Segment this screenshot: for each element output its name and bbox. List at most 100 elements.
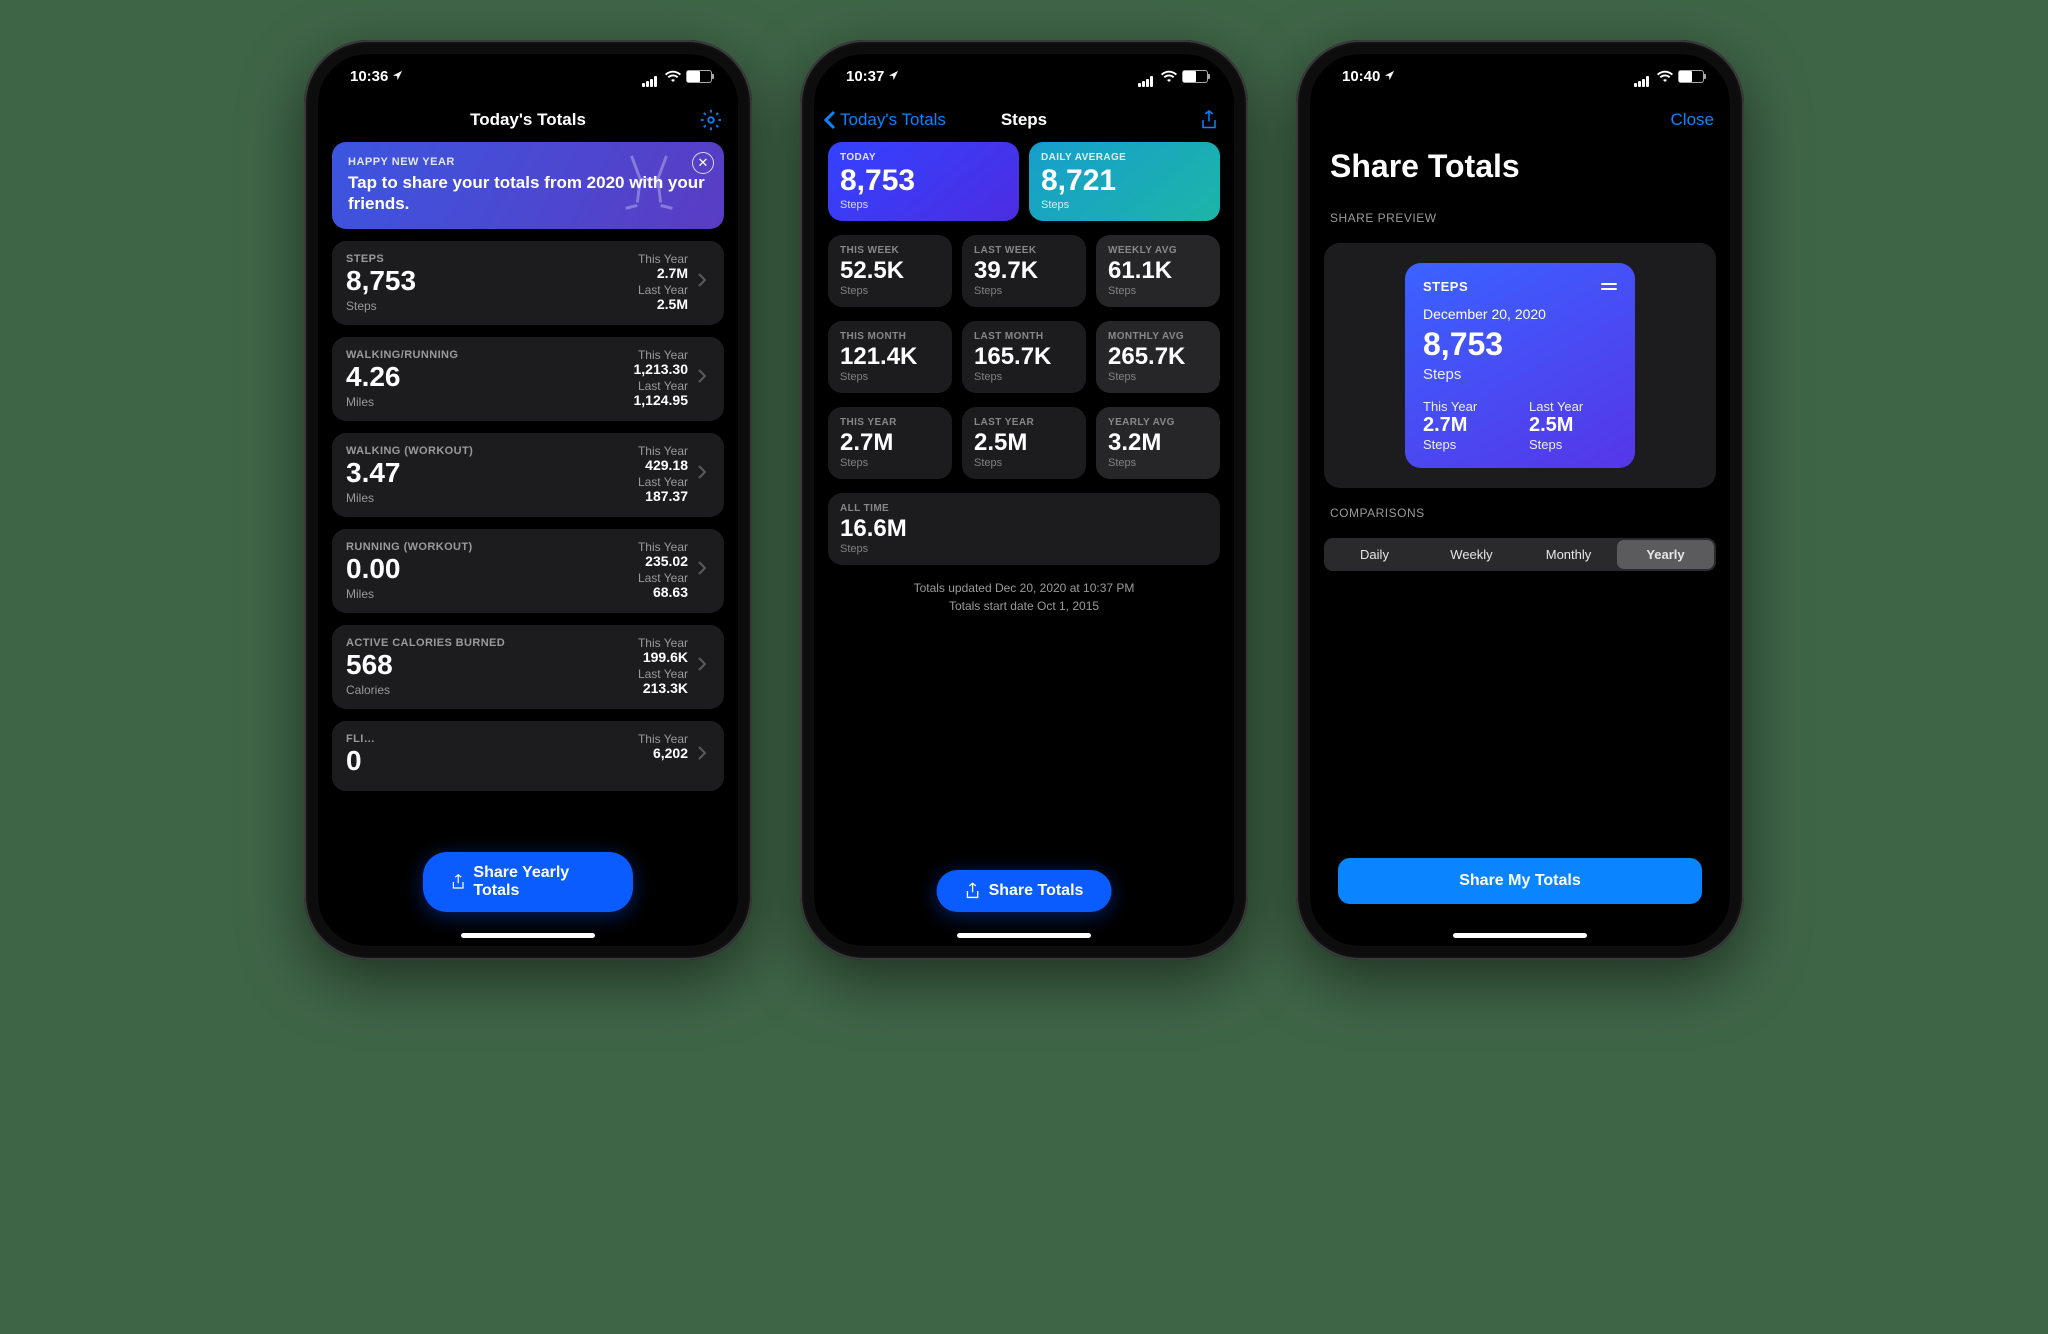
metric-last-year: Last Year2.5M — [638, 284, 688, 313]
segment-weekly[interactable]: Weekly — [1423, 540, 1520, 569]
nav-bar: Today's Totals Steps — [814, 98, 1234, 142]
status-time: 10:40 — [1342, 68, 1380, 85]
metric-title: STEPS — [346, 253, 628, 265]
daily-average-tile[interactable]: DAILY AVERAGE 8,721 Steps — [1029, 142, 1220, 221]
metric-unit: Miles — [346, 395, 624, 409]
gear-icon — [700, 109, 722, 131]
status-time: 10:37 — [846, 68, 884, 85]
segment-monthly[interactable]: Monthly — [1520, 540, 1617, 569]
status-bar: 10:37 — [814, 54, 1234, 98]
stat-tile[interactable]: THIS WEEK52.5KSteps — [828, 235, 952, 307]
nav-bar: Close — [1310, 98, 1730, 142]
nav-title: Today's Totals — [470, 110, 586, 130]
phone-3: 10:40 Close Share Totals SHARE PREVIEW S… — [1296, 40, 1744, 960]
banner-close-button[interactable]: ✕ — [692, 152, 714, 174]
metric-this-year: This Year6,202 — [638, 733, 688, 762]
metric-value: 0.00 — [346, 555, 628, 583]
section-label-preview: SHARE PREVIEW — [1324, 211, 1716, 231]
phone-1: 10:36 Today's Totals HAPPY NEW YEAR Tap … — [304, 40, 752, 960]
back-button[interactable]: Today's Totals — [824, 98, 946, 142]
nav-bar: Today's Totals — [318, 98, 738, 142]
metric-title: WALKING/RUNNING — [346, 349, 624, 361]
stat-tile[interactable]: THIS MONTH121.4KSteps — [828, 321, 952, 393]
metric-title: WALKING (WORKOUT) — [346, 445, 628, 457]
stat-row: THIS WEEK52.5KStepsLAST WEEK39.7KStepsWE… — [828, 235, 1220, 307]
share-totals-button[interactable]: Share Totals — [937, 870, 1112, 912]
metric-value: 0 — [346, 747, 628, 775]
footnote: Totals updated Dec 20, 2020 at 10:37 PM … — [828, 579, 1220, 615]
metric-last-year: Last Year213.3K — [638, 668, 688, 697]
metric-last-year: Last Year1,124.95 — [634, 380, 689, 409]
status-bar: 10:36 — [318, 54, 738, 98]
all-time-tile[interactable]: ALL TIME 16.6M Steps — [828, 493, 1220, 565]
chevron-right-icon — [698, 369, 710, 388]
home-indicator[interactable] — [957, 933, 1091, 938]
metric-value: 8,753 — [346, 267, 628, 295]
content: Share Totals SHARE PREVIEW STEPS Decembe… — [1310, 142, 1730, 946]
stat-tile[interactable]: MONTHLY AVG265.7KSteps — [1096, 321, 1220, 393]
chevron-right-icon — [698, 465, 710, 484]
metric-this-year: This Year1,213.30 — [634, 349, 689, 378]
chevron-right-icon — [698, 561, 710, 580]
cellular-icon — [1138, 70, 1156, 82]
battery-icon — [1182, 70, 1208, 83]
home-indicator[interactable] — [1453, 933, 1587, 938]
metric-card[interactable]: ACTIVE CALORIES BURNED568CaloriesThis Ye… — [332, 625, 724, 709]
share-yearly-button[interactable]: Share Yearly Totals — [423, 852, 633, 912]
metric-this-year: This Year235.02 — [638, 541, 688, 570]
metric-card[interactable]: STEPS 8,753 Steps This Year2.7MLast Year2.5… — [332, 241, 724, 325]
metric-unit: Miles — [346, 587, 628, 601]
share-icon — [451, 873, 465, 891]
metric-card[interactable]: FLI… 0 This Year6,202 — [332, 721, 724, 791]
metric-unit: Calories — [346, 683, 628, 697]
metric-last-year: Last Year68.63 — [638, 572, 688, 601]
segment-daily[interactable]: Daily — [1326, 540, 1423, 569]
phone-2: 10:37 Today's Totals Steps TODAY 8,753 S… — [800, 40, 1248, 960]
metric-unit: Steps — [346, 299, 628, 313]
stat-tile[interactable]: YEARLY AVG3.2MSteps — [1096, 407, 1220, 479]
metric-title: ACTIVE CALORIES BURNED — [346, 637, 628, 649]
stat-tile[interactable]: WEEKLY AVG61.1KSteps — [1096, 235, 1220, 307]
close-button[interactable]: Close — [1671, 98, 1714, 142]
section-label-comparisons: COMPARISONS — [1324, 506, 1716, 526]
content: TODAY 8,753 Steps DAILY AVERAGE 8,721 St… — [814, 142, 1234, 946]
share-icon — [1200, 109, 1218, 131]
wifi-icon — [665, 70, 681, 82]
share-card-value: 8,753 — [1423, 328, 1617, 360]
wifi-icon — [1657, 70, 1673, 82]
share-icon — [965, 882, 981, 900]
stat-tile[interactable]: THIS YEAR2.7MSteps — [828, 407, 952, 479]
metric-title: FLI… — [346, 733, 628, 745]
segment-yearly[interactable]: Yearly — [1617, 540, 1714, 569]
chevron-right-icon — [698, 746, 710, 765]
battery-icon — [686, 70, 712, 83]
metric-this-year: This Year2.7M — [638, 253, 688, 282]
stat-row: THIS MONTH121.4KStepsLAST MONTH165.7KSte… — [828, 321, 1220, 393]
metric-this-year: This Year429.18 — [638, 445, 688, 474]
metric-value: 3.47 — [346, 459, 628, 487]
stat-tile[interactable]: LAST MONTH165.7KSteps — [962, 321, 1086, 393]
metric-card[interactable]: WALKING/RUNNING4.26MilesThis Year1,213.3… — [332, 337, 724, 421]
comparisons-segmented[interactable]: DailyWeeklyMonthlyYearly — [1324, 538, 1716, 571]
today-tile[interactable]: TODAY 8,753 Steps — [828, 142, 1019, 221]
metric-this-year: This Year199.6K — [638, 637, 688, 666]
share-my-totals-button[interactable]: Share My Totals — [1338, 858, 1702, 904]
metric-unit: Miles — [346, 491, 628, 505]
metric-card[interactable]: WALKING (WORKOUT) 3.47 Miles This Year429.1… — [332, 433, 724, 517]
battery-icon — [1678, 70, 1704, 83]
location-icon — [392, 68, 403, 85]
settings-button[interactable] — [700, 98, 722, 142]
chevron-right-icon — [698, 273, 710, 292]
share-card-unit: Steps — [1423, 366, 1617, 383]
home-indicator[interactable] — [461, 933, 595, 938]
share-button[interactable] — [1200, 98, 1218, 142]
share-card-date: December 20, 2020 — [1423, 306, 1617, 322]
stat-tile[interactable]: LAST WEEK39.7KSteps — [962, 235, 1086, 307]
metric-card[interactable]: RUNNING (WORKOUT) 0.00 Miles This Year235.0… — [332, 529, 724, 613]
wifi-icon — [1161, 70, 1177, 82]
chevron-left-icon — [824, 110, 836, 130]
metric-title: RUNNING (WORKOUT) — [346, 541, 628, 553]
stat-tile[interactable]: LAST YEAR2.5MSteps — [962, 407, 1086, 479]
nav-title: Steps — [1001, 110, 1047, 130]
promo-banner[interactable]: HAPPY NEW YEAR Tap to share your totals … — [332, 142, 724, 229]
